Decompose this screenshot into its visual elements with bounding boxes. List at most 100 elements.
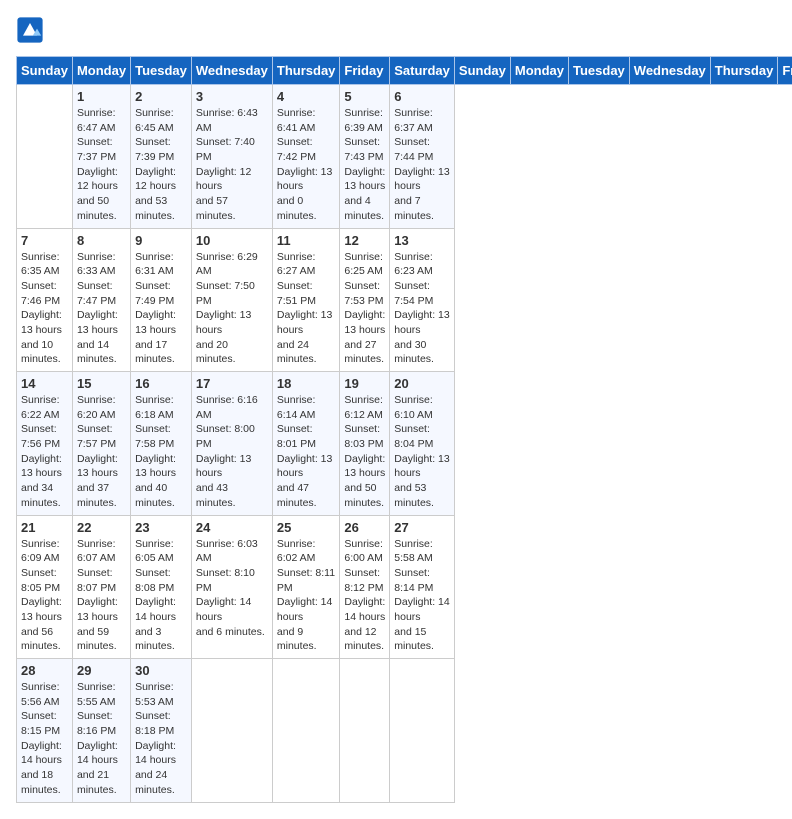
weekday-header: Wednesday [629,57,710,85]
calendar-week-row: 1Sunrise: 6:47 AMSunset: 7:37 PMDaylight… [17,85,792,229]
day-number: 7 [21,233,68,248]
calendar-cell [390,659,455,803]
calendar-cell [272,659,340,803]
day-info: Sunrise: 6:00 AMSunset: 8:12 PMDaylight:… [344,537,385,655]
day-number: 13 [394,233,450,248]
calendar-cell: 24 Sunrise: 6:03 AMSunset: 8:10 PMDayligh… [191,515,272,659]
day-info: Sunrise: 6:47 AMSunset: 7:37 PMDaylight:… [77,106,126,224]
day-info: Sunrise: 6:12 AMSunset: 8:03 PMDaylight:… [344,393,385,511]
day-info: Sunrise: 6:35 AMSunset: 7:46 PMDaylight:… [21,250,68,368]
day-info: Sunrise: 6:39 AMSunset: 7:43 PMDaylight:… [344,106,385,224]
day-info: Sunrise: 6:22 AMSunset: 7:56 PMDaylight:… [21,393,68,511]
day-info: Sunrise: 6:45 AMSunset: 7:39 PMDaylight:… [135,106,187,224]
day-info: Sunrise: 5:58 AMSunset: 8:14 PMDaylight:… [394,537,450,655]
calendar-cell: 11 Sunrise: 6:27 AMSunset: 7:51 PMDayligh… [272,228,340,372]
day-info: Sunrise: 6:43 AMSunset: 7:40 PMDaylight:… [196,106,268,224]
day-info: Sunrise: 6:10 AMSunset: 8:04 PMDaylight:… [394,393,450,511]
day-number: 15 [77,376,126,391]
calendar-week-row: 21Sunrise: 6:09 AMSunset: 8:05 PMDayligh… [17,515,792,659]
weekday-header: Monday [510,57,568,85]
calendar-cell: 12 Sunrise: 6:25 AMSunset: 7:53 PMDayligh… [340,228,390,372]
day-number: 30 [135,663,187,678]
weekday-header: Tuesday [569,57,630,85]
day-info: Sunrise: 6:37 AMSunset: 7:44 PMDaylight:… [394,106,450,224]
day-info: Sunrise: 6:25 AMSunset: 7:53 PMDaylight:… [344,250,385,368]
day-number: 22 [77,520,126,535]
day-number: 6 [394,89,450,104]
day-number: 16 [135,376,187,391]
day-number: 17 [196,376,268,391]
calendar-week-row: 7 Sunrise: 6:35 AMSunset: 7:46 PMDaylight… [17,228,792,372]
day-info: Sunrise: 6:27 AMSunset: 7:51 PMDaylight:… [277,250,336,368]
calendar-header-row: SundayMondayTuesdayWednesdayThursdayFrid… [17,57,792,85]
day-number: 24 [196,520,268,535]
day-number: 14 [21,376,68,391]
page-header [16,16,776,44]
calendar-cell: 6 Sunrise: 6:37 AMSunset: 7:44 PMDaylight… [390,85,455,229]
day-number: 8 [77,233,126,248]
day-number: 11 [277,233,336,248]
day-number: 9 [135,233,187,248]
calendar-cell: 3 Sunrise: 6:43 AMSunset: 7:40 PMDaylight… [191,85,272,229]
day-number: 25 [277,520,336,535]
weekday-header: Friday [778,57,792,85]
weekday-header: Sunday [454,57,510,85]
day-info: Sunrise: 5:55 AMSunset: 8:16 PMDaylight:… [77,680,126,798]
day-number: 19 [344,376,385,391]
day-number: 26 [344,520,385,535]
day-number: 18 [277,376,336,391]
calendar-cell: 25Sunrise: 6:02 AMSunset: 8:11 PMDayligh… [272,515,340,659]
calendar-cell: 7 Sunrise: 6:35 AMSunset: 7:46 PMDaylight… [17,228,73,372]
calendar-cell [17,85,73,229]
day-number: 28 [21,663,68,678]
weekday-header: Thursday [710,57,778,85]
calendar-cell [191,659,272,803]
day-number: 12 [344,233,385,248]
calendar-cell: 21Sunrise: 6:09 AMSunset: 8:05 PMDayligh… [17,515,73,659]
calendar-table: SundayMondayTuesdayWednesdayThursdayFrid… [16,56,792,803]
weekday-header-wednesday: Wednesday [191,57,272,85]
day-number: 20 [394,376,450,391]
calendar-cell: 1Sunrise: 6:47 AMSunset: 7:37 PMDaylight… [72,85,130,229]
day-info: Sunrise: 6:20 AMSunset: 7:57 PMDaylight:… [77,393,126,511]
weekday-header-sunday: Sunday [17,57,73,85]
day-number: 3 [196,89,268,104]
day-number: 10 [196,233,268,248]
day-info: Sunrise: 6:33 AMSunset: 7:47 PMDaylight:… [77,250,126,368]
calendar-cell: 17Sunrise: 6:16 AMSunset: 8:00 PMDayligh… [191,372,272,516]
day-info: Sunrise: 6:14 AMSunset: 8:01 PMDaylight:… [277,393,336,511]
calendar-cell: 14 Sunrise: 6:22 AMSunset: 7:56 PMDayligh… [17,372,73,516]
day-info: Sunrise: 6:41 AMSunset: 7:42 PMDaylight:… [277,106,336,224]
calendar-cell: 10 Sunrise: 6:29 AMSunset: 7:50 PMDayligh… [191,228,272,372]
calendar-cell: 29 Sunrise: 5:55 AMSunset: 8:16 PMDayligh… [72,659,130,803]
day-info: Sunrise: 6:31 AMSunset: 7:49 PMDaylight:… [135,250,187,368]
day-number: 2 [135,89,187,104]
calendar-cell: 26 Sunrise: 6:00 AMSunset: 8:12 PMDayligh… [340,515,390,659]
calendar-cell: 28 Sunrise: 5:56 AMSunset: 8:15 PMDayligh… [17,659,73,803]
day-info: Sunrise: 5:53 AMSunset: 8:18 PMDaylight:… [135,680,187,798]
calendar-cell: 5 Sunrise: 6:39 AMSunset: 7:43 PMDaylight… [340,85,390,229]
day-info: Sunrise: 5:56 AMSunset: 8:15 PMDaylight:… [21,680,68,798]
day-number: 5 [344,89,385,104]
weekday-header-thursday: Thursday [272,57,340,85]
calendar-cell: 9 Sunrise: 6:31 AMSunset: 7:49 PMDaylight… [131,228,192,372]
weekday-header-monday: Monday [72,57,130,85]
day-info: Sunrise: 6:18 AMSunset: 7:58 PMDaylight:… [135,393,187,511]
day-number: 29 [77,663,126,678]
day-info: Sunrise: 6:29 AMSunset: 7:50 PMDaylight:… [196,250,268,368]
day-info: Sunrise: 6:03 AMSunset: 8:10 PMDaylight:… [196,537,268,640]
day-number: 23 [135,520,187,535]
calendar-cell: 13Sunrise: 6:23 AMSunset: 7:54 PMDayligh… [390,228,455,372]
day-number: 27 [394,520,450,535]
calendar-week-row: 14 Sunrise: 6:22 AMSunset: 7:56 PMDayligh… [17,372,792,516]
calendar-cell: 22 Sunrise: 6:07 AMSunset: 8:07 PMDayligh… [72,515,130,659]
calendar-cell [340,659,390,803]
calendar-cell: 23 Sunrise: 6:05 AMSunset: 8:08 PMDayligh… [131,515,192,659]
calendar-week-row: 28 Sunrise: 5:56 AMSunset: 8:15 PMDayligh… [17,659,792,803]
day-number: 4 [277,89,336,104]
day-info: Sunrise: 6:05 AMSunset: 8:08 PMDaylight:… [135,537,187,655]
weekday-header-friday: Friday [340,57,390,85]
calendar-cell: 4 Sunrise: 6:41 AMSunset: 7:42 PMDaylight… [272,85,340,229]
weekday-header-tuesday: Tuesday [131,57,192,85]
day-info: Sunrise: 6:07 AMSunset: 8:07 PMDaylight:… [77,537,126,655]
